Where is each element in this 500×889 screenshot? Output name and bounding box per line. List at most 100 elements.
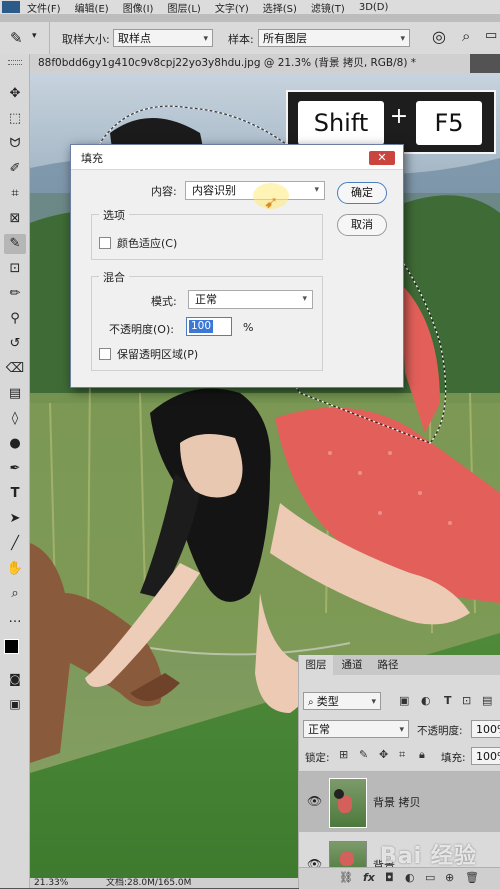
opacity-input[interactable]: 100 xyxy=(186,317,232,336)
delete-layer-icon[interactable]: 🗑︎ xyxy=(465,871,479,884)
layer-blend-mode-select[interactable]: 正常 ▾ xyxy=(303,720,409,738)
type-filter-icon[interactable]: T xyxy=(444,694,452,707)
sample-value: 所有图层 xyxy=(263,32,307,45)
zoom-tool-icon[interactable]: ⌕ xyxy=(4,584,26,604)
contents-label: 内容: xyxy=(151,185,177,198)
sample-select[interactable]: 所有图层 ▾ xyxy=(258,29,410,47)
shape-filter-icon[interactable]: ⊡ xyxy=(462,694,471,707)
color-adapt-label: 颜色适应(C) xyxy=(117,237,178,250)
healing-brush-tool-icon[interactable]: ⊡ xyxy=(4,259,26,279)
panel-grip-icon xyxy=(8,60,22,65)
sample-label: 样本: xyxy=(228,33,254,46)
mode-value: 正常 xyxy=(195,293,217,306)
menu-image[interactable]: 图像(I) xyxy=(116,0,161,15)
fill-dialog: 填充 ✕ 内容: 内容识别 ▾ ➹ 选项 颜色适应(C) 混合 模式: 正常 ▾… xyxy=(70,144,404,388)
tab-layers[interactable]: 图层 xyxy=(299,655,333,675)
tab-paths[interactable]: 路径 xyxy=(371,655,405,675)
lock-transparency-icon[interactable]: ⊞ xyxy=(339,748,348,761)
sample-ring-icon[interactable]: ◎ xyxy=(432,27,446,46)
document-info: 文档:28.0M/165.0M xyxy=(106,878,192,888)
chevron-down-icon: ▾ xyxy=(371,697,376,707)
gradient-tool-icon[interactable]: ▤ xyxy=(4,384,26,404)
type-tool-icon[interactable]: T xyxy=(4,484,26,504)
pixel-filter-icon[interactable]: ▣ xyxy=(399,694,409,707)
chevron-down-icon[interactable]: ▾ xyxy=(32,31,37,41)
eye-icon[interactable]: 👁︎ xyxy=(307,794,322,808)
line-tool-icon[interactable]: ╱ xyxy=(4,534,26,554)
screen-mode-icon[interactable]: ▣ xyxy=(4,694,26,714)
zoom-level: 21.33% xyxy=(34,878,69,888)
new-group-icon[interactable]: ▭ xyxy=(425,871,435,884)
sample-size-select[interactable]: 取样点 ▾ xyxy=(113,29,213,47)
search-icon[interactable]: ⌕ xyxy=(462,27,470,45)
preserve-transparency-checkbox[interactable] xyxy=(99,348,111,360)
blur-tool-icon[interactable]: ◊ xyxy=(4,409,26,429)
cancel-button[interactable]: 取消 xyxy=(337,214,387,236)
close-button[interactable]: ✕ xyxy=(369,151,395,165)
menu-filter[interactable]: 滤镜(T) xyxy=(304,0,352,15)
clone-stamp-tool-icon[interactable]: ⚲ xyxy=(4,309,26,329)
document-title: 88f0bdd6gy1g410c9v8cpj22yo3y8hdu.jpg @ 2… xyxy=(38,57,417,69)
new-layer-icon[interactable]: ⊕ xyxy=(445,871,454,884)
chevron-down-icon: ▾ xyxy=(203,34,208,44)
blending-group-label: 混合 xyxy=(99,269,129,285)
dialog-title: 填充 xyxy=(81,152,103,165)
lock-paint-icon[interactable]: ✎ xyxy=(359,748,368,761)
add-mask-icon[interactable]: ◘ xyxy=(385,871,394,884)
tab-channels[interactable]: 通道 xyxy=(335,655,369,675)
marquee-tool-icon[interactable]: ⬚ xyxy=(4,109,26,129)
adjustment-layer-icon[interactable]: ◐ xyxy=(405,871,415,884)
ok-button[interactable]: 确定 xyxy=(337,182,387,204)
layer-opacity-value: 100% xyxy=(476,723,500,736)
crop-tool-icon[interactable]: ⌗ xyxy=(4,184,26,204)
color-adapt-checkbox[interactable] xyxy=(99,237,111,249)
lock-all-icon[interactable]: 🔒︎ xyxy=(419,748,425,762)
pen-tool-icon[interactable]: ✒ xyxy=(4,459,26,479)
tools-panel: ✥ ⬚ ᗢ ✐ ⌗ ⊠ ✎ ⊡ ✏ ⚲ ↺ ⌫ ▤ ◊ ● ✒ T ➤ ╱ ✋ … xyxy=(0,54,30,888)
layer-style-icon[interactable]: fx xyxy=(363,871,375,884)
smart-object-filter-icon[interactable]: ▤ xyxy=(482,694,492,707)
layer-opacity-input[interactable]: 100% xyxy=(471,720,500,738)
menu-select[interactable]: 选择(S) xyxy=(256,0,304,15)
document-tab[interactable]: 88f0bdd6gy1g410c9v8cpj22yo3y8hdu.jpg @ 2… xyxy=(30,54,470,73)
hand-tool-icon[interactable]: ✋ xyxy=(4,559,26,579)
workspace-icon[interactable]: ▭ xyxy=(485,28,497,43)
chevron-down-icon: ▾ xyxy=(399,725,404,735)
history-brush-tool-icon[interactable]: ↺ xyxy=(4,334,26,354)
preserve-transparency-label: 保留透明区域(P) xyxy=(117,348,199,361)
search-icon: ⌕ xyxy=(308,697,317,708)
path-select-tool-icon[interactable]: ➤ xyxy=(4,509,26,529)
layer-fill-input[interactable]: 100% xyxy=(471,747,500,765)
lock-artboard-icon[interactable]: ⌗ xyxy=(399,748,405,762)
move-tool-icon[interactable]: ✥ xyxy=(4,84,26,104)
dialog-titlebar[interactable]: 填充 ✕ xyxy=(71,145,403,170)
dodge-tool-icon[interactable]: ● xyxy=(4,434,26,454)
menu-type[interactable]: 文字(Y) xyxy=(208,0,256,15)
link-layers-icon[interactable]: ⛓︎ xyxy=(339,871,353,884)
shift-key: Shift xyxy=(298,101,384,145)
menu-3d[interactable]: 3D(D) xyxy=(352,2,396,13)
layer-filter-select[interactable]: ⌕ 类型 ▾ xyxy=(303,692,381,710)
opacity-unit: % xyxy=(243,321,254,334)
divider xyxy=(49,22,50,54)
menu-layer[interactable]: 图层(L) xyxy=(160,0,207,15)
eyedropper-tool-icon[interactable]: ✎ xyxy=(4,234,26,254)
menu-file[interactable]: 文件(F) xyxy=(20,0,68,15)
quick-mask-icon[interactable]: ◙ xyxy=(4,669,26,689)
brush-tool-icon[interactable]: ✏ xyxy=(4,284,26,304)
eyedropper-icon[interactable]: ✎ xyxy=(10,29,23,47)
menu-edit[interactable]: 编辑(E) xyxy=(68,0,116,15)
quick-select-tool-icon[interactable]: ✐ xyxy=(4,159,26,179)
mode-select[interactable]: 正常 ▾ xyxy=(188,290,313,309)
chevron-down-icon: ▾ xyxy=(400,34,405,44)
layer-fill-value: 100% xyxy=(476,750,500,763)
eraser-tool-icon[interactable]: ⌫ xyxy=(4,359,26,379)
menu-bar: 文件(F) 编辑(E) 图像(I) 图层(L) 文字(Y) 选择(S) 滤镜(T… xyxy=(0,0,500,14)
foreground-color-swatch[interactable] xyxy=(4,639,19,654)
adjustment-filter-icon[interactable]: ◐ xyxy=(421,694,431,707)
lock-position-icon[interactable]: ✥ xyxy=(379,748,388,761)
layer-row-selected[interactable]: 👁︎ 背景 拷贝 xyxy=(299,772,500,832)
frame-tool-icon[interactable]: ⊠ xyxy=(4,209,26,229)
more-tools-icon[interactable]: … xyxy=(4,609,26,629)
lasso-tool-icon[interactable]: ᗢ xyxy=(4,134,26,154)
